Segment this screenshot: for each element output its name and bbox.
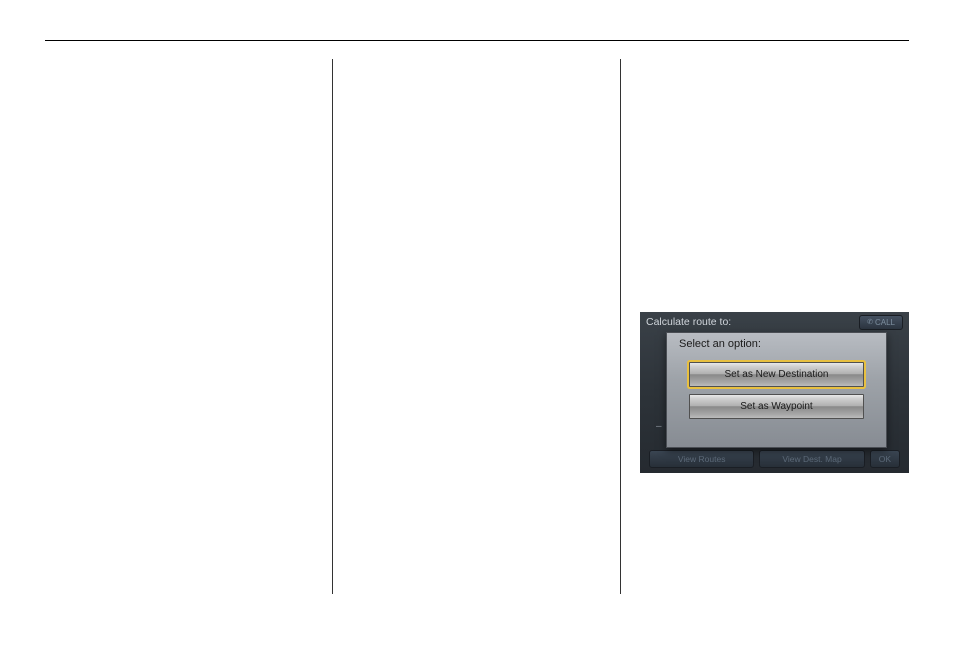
phone-icon: ✆: [867, 318, 873, 326]
dialog-buttons: Set as New Destination Set as Waypoint: [667, 354, 886, 427]
view-dest-map-button[interactable]: View Dest. Map: [759, 450, 864, 468]
nav-dash: –: [656, 421, 662, 432]
nav-title: Calculate route to:: [646, 316, 731, 328]
nav-header: Calculate route to: ✆ CALL: [640, 312, 909, 332]
set-destination-button[interactable]: Set as New Destination: [689, 362, 864, 387]
dialog-overlay: Select an option: Set as New Destination…: [666, 332, 887, 448]
ok-button[interactable]: OK: [870, 450, 900, 468]
column-left: [45, 59, 333, 594]
view-routes-button[interactable]: View Routes: [649, 450, 754, 468]
call-button[interactable]: ✆ CALL: [859, 315, 903, 330]
dialog-title: Select an option:: [667, 333, 886, 354]
set-waypoint-button[interactable]: Set as Waypoint: [689, 394, 864, 419]
nav-screen: Calculate route to: ✆ CALL – View Routes…: [640, 312, 909, 473]
nav-bottom-buttons: View Routes View Dest. Map OK: [649, 450, 900, 468]
column-middle: [333, 59, 621, 594]
horizontal-rule: [45, 40, 909, 41]
call-label: CALL: [875, 318, 895, 327]
